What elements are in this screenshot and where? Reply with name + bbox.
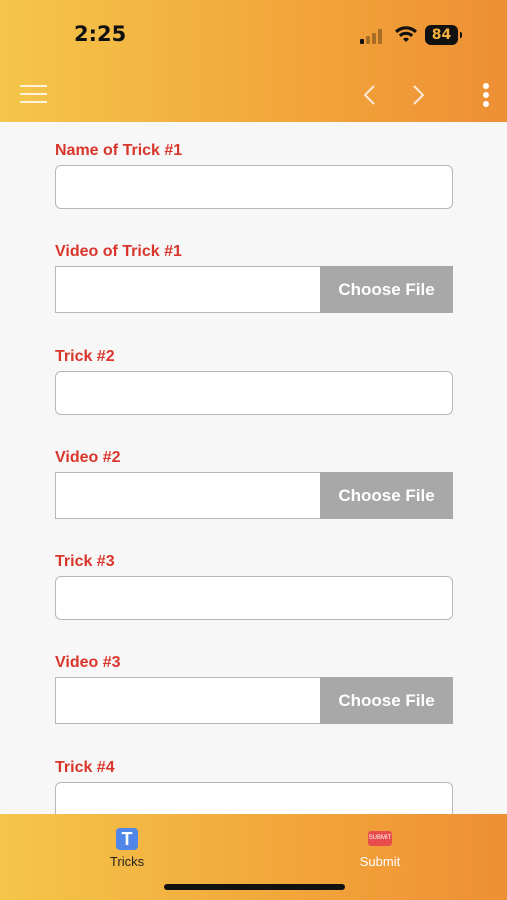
tab-submit-label: Submit — [359, 854, 401, 869]
wifi-icon — [395, 26, 417, 42]
field-label-video-3: Video #3 — [55, 654, 121, 671]
trick-2-input[interactable] — [55, 371, 453, 415]
trick-1-name-input[interactable] — [55, 165, 453, 209]
chevron-left-icon[interactable] — [362, 84, 378, 106]
hamburger-menu-icon[interactable] — [20, 83, 47, 105]
cellular-signal-icon — [360, 28, 386, 44]
trick-1-video-file-input[interactable]: Choose File — [55, 266, 453, 313]
tab-submit[interactable]: SUBMIT Submit — [340, 828, 420, 869]
submit-icon: SUBMIT — [368, 831, 392, 846]
video-2-file-input[interactable]: Choose File — [55, 472, 453, 519]
more-options-icon[interactable] — [480, 83, 492, 107]
trick-form: Name of Trick #1 Video of Trick #1 Choos… — [0, 122, 507, 814]
home-indicator — [164, 884, 345, 890]
status-time: 2:25 — [74, 22, 127, 46]
field-label-trick-1-video: Video of Trick #1 — [55, 243, 182, 260]
choose-file-button[interactable]: Choose File — [320, 677, 453, 724]
tab-tricks-label: Tricks — [109, 854, 145, 869]
choose-file-button[interactable]: Choose File — [320, 266, 453, 313]
field-label-trick-1-name: Name of Trick #1 — [55, 142, 183, 159]
trick-4-input[interactable] — [55, 782, 453, 814]
field-label-trick-3: Trick #3 — [55, 553, 115, 570]
chevron-right-icon[interactable] — [410, 84, 426, 106]
video-3-file-input[interactable]: Choose File — [55, 677, 453, 724]
trick-3-input[interactable] — [55, 576, 453, 620]
battery-icon: 84 — [425, 25, 462, 45]
choose-file-button[interactable]: Choose File — [320, 472, 453, 519]
app-header: 2:25 84 — [0, 0, 507, 122]
tricks-t-icon: T — [116, 828, 138, 850]
field-label-trick-2: Trick #2 — [55, 348, 115, 365]
field-label-video-2: Video #2 — [55, 449, 121, 466]
field-label-trick-4: Trick #4 — [55, 759, 115, 776]
tab-tricks[interactable]: T Tricks — [87, 828, 167, 869]
